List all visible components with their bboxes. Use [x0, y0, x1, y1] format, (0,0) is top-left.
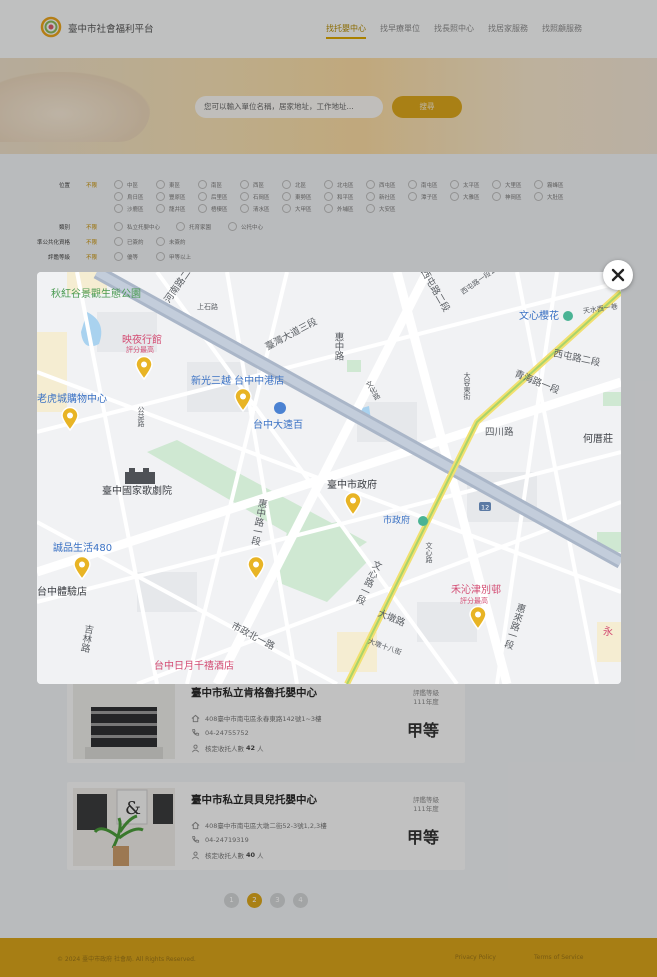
- map-label-mall[interactable]: 老虎城購物中心: [37, 395, 107, 405]
- map-canvas[interactable]: 12: [37, 272, 621, 684]
- map-label-landmark[interactable]: 臺中市政府: [327, 481, 377, 491]
- map-label-stop[interactable]: 市政府: [383, 517, 410, 526]
- map-label-hotel[interactable]: 映夜行館: [122, 336, 162, 346]
- road-number-sign: 12: [481, 504, 489, 512]
- map-label-mall[interactable]: 新光三越 台中中港店: [191, 377, 284, 387]
- map-marker-pin[interactable]: [344, 492, 362, 516]
- map-label-place[interactable]: 文心櫻花: [519, 312, 559, 322]
- modal-close-button[interactable]: [603, 260, 633, 290]
- road-label: 惠中路: [332, 332, 344, 361]
- road-label: 上石路: [197, 303, 218, 311]
- map-label-area[interactable]: 何厝莊: [583, 435, 613, 445]
- map-label-hotel-note: 評分最高: [460, 597, 488, 605]
- map-marker-pin[interactable]: [73, 556, 91, 580]
- road-label: 四川路: [485, 427, 514, 438]
- map-label-hotel-note: 評分最高: [126, 346, 154, 354]
- map-label-landmark[interactable]: 臺中國家歌劇院: [102, 487, 172, 497]
- map-label-mall[interactable]: 誠品生活480: [53, 544, 112, 554]
- map-label-store[interactable]: 台中體驗店: [37, 588, 87, 598]
- map-label-hotel[interactable]: 禾沁津別邨: [451, 586, 501, 596]
- map-modal[interactable]: 12 秋紅谷景觀生態公園 文心櫻花 映夜行館 評分最高 新光三越 台中中港店 台…: [37, 272, 621, 684]
- bus-stop-icon: [418, 516, 428, 526]
- map-marker-pin[interactable]: [234, 388, 252, 412]
- road-label: 文心路: [425, 542, 433, 563]
- road-label: 大容東街: [463, 372, 471, 400]
- map-marker-pin[interactable]: [247, 556, 265, 580]
- map-marker-pin[interactable]: [135, 356, 153, 380]
- bus-stop-icon: [563, 311, 573, 321]
- map-marker-pin[interactable]: [469, 606, 487, 630]
- map-label-park[interactable]: 秋紅谷景觀生態公園: [51, 290, 141, 300]
- shopping-icon: [274, 402, 286, 414]
- map-label-hotel[interactable]: 台中日月千禧酒店: [154, 662, 234, 672]
- close-icon: [611, 268, 625, 282]
- map-label-partial: 永: [603, 627, 613, 638]
- map-marker-pin[interactable]: [61, 407, 79, 431]
- map-label-mall[interactable]: 台中大遠百: [253, 421, 303, 431]
- road-label: 公益路: [137, 406, 145, 427]
